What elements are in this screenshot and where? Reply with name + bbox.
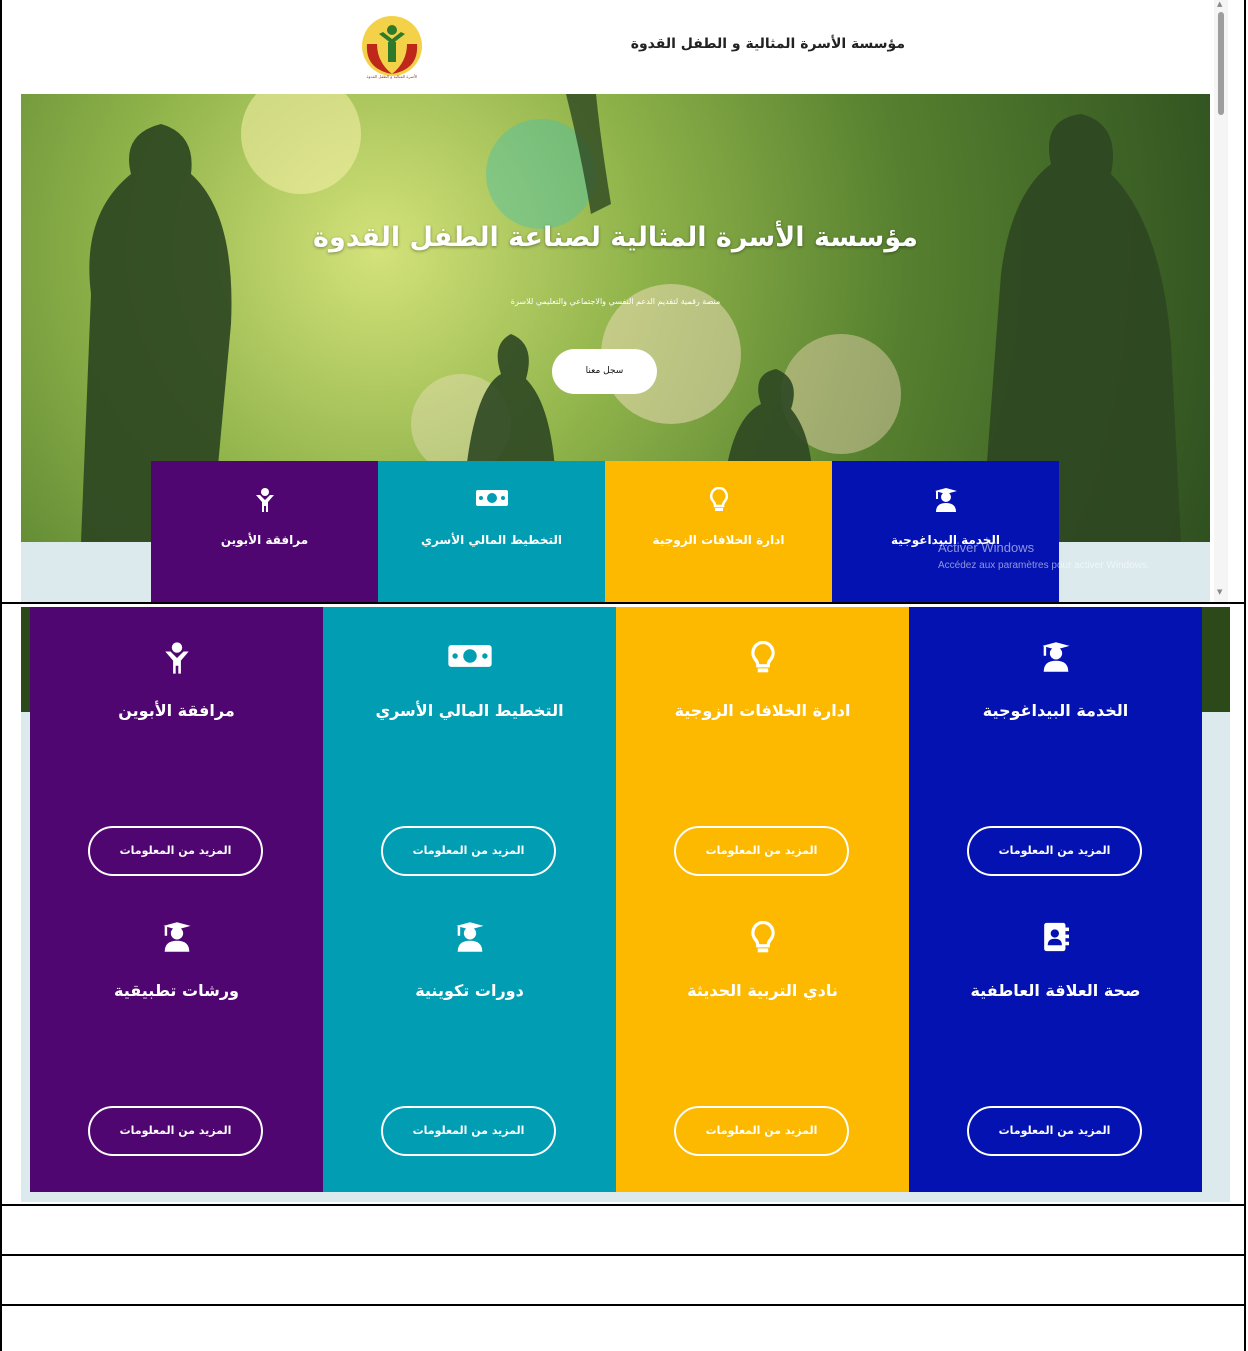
more-info-button[interactable]: المزيد من المعلومات bbox=[381, 826, 556, 876]
frame-divider-3 bbox=[0, 1254, 1246, 1256]
service-title: ورشات تطبيقية bbox=[114, 981, 239, 1000]
lightbulb-icon bbox=[605, 487, 832, 513]
more-info-button[interactable]: المزيد من المعلومات bbox=[674, 1106, 849, 1156]
hero-subtitle: منصة رقمية لتقديم الدعم النفسي والاجتماع… bbox=[510, 297, 721, 306]
service-card-conflicts[interactable]: ادارة الخلافات الزوجية bbox=[605, 461, 832, 602]
child-icon bbox=[30, 641, 323, 675]
scrollbar[interactable]: ▲ ▼ bbox=[1214, 0, 1228, 602]
graduate-icon bbox=[909, 641, 1202, 675]
service-card-finance[interactable]: التخطيط المالي الأسري bbox=[378, 461, 605, 602]
register-button[interactable]: سجل معنا bbox=[552, 349, 657, 394]
frame-left bbox=[0, 0, 2, 1351]
graduate-icon bbox=[832, 487, 1059, 513]
more-info-button[interactable]: المزيد من المعلومات bbox=[381, 1106, 556, 1156]
site-title[interactable]: مؤسسة الأسرة المثالية و الطفل القدوة bbox=[600, 36, 905, 52]
graduate-icon bbox=[323, 921, 616, 955]
service-label: التخطيط المالي الأسري bbox=[420, 533, 563, 547]
service-title: التخطيط المالي الأسري bbox=[375, 701, 564, 720]
lightbulb-icon bbox=[616, 641, 909, 675]
service-title: ادارة الخلافات الزوجية bbox=[674, 701, 851, 720]
service-title: صحة العلاقة العاطفية bbox=[970, 981, 1141, 1000]
services-column: مرافقة الأبوين المزيد من المعلومات ورشات… bbox=[30, 607, 323, 1192]
hero-title: مؤسسة الأسرة المثالية لصناعة الطفل القدو… bbox=[313, 222, 918, 253]
services-column: التخطيط المالي الأسري المزيد من المعلوما… bbox=[323, 607, 616, 1192]
service-title: الخدمة البيداغوجية bbox=[982, 701, 1129, 720]
service-card-parents[interactable]: مرافقة الأبوين bbox=[151, 461, 378, 602]
frame-right bbox=[1244, 0, 1246, 1351]
service-title: مرافقة الأبوين bbox=[118, 701, 235, 720]
service-label: مرافقة الأبوين bbox=[220, 533, 309, 547]
windows-activation-text: Accédez aux paramètres pour activer Wind… bbox=[938, 560, 1150, 571]
logo-caption: الأسرة المثالية و الطفل القدوة bbox=[366, 74, 418, 79]
more-info-button[interactable]: المزيد من المعلومات bbox=[88, 1106, 263, 1156]
more-info-button[interactable]: المزيد من المعلومات bbox=[967, 1106, 1142, 1156]
child-icon bbox=[151, 487, 378, 513]
more-info-button[interactable]: المزيد من المعلومات bbox=[88, 826, 263, 876]
service-card-pedagogy[interactable]: الخدمة البيداغوجية bbox=[832, 461, 1059, 602]
scroll-up-arrow-icon[interactable]: ▲ bbox=[1217, 0, 1222, 8]
address-book-icon bbox=[909, 921, 1202, 955]
money-bill-icon bbox=[323, 641, 616, 675]
scroll-down-arrow-icon[interactable]: ▼ bbox=[1217, 588, 1222, 596]
services-column: الخدمة البيداغوجية المزيد من المعلومات ص… bbox=[909, 607, 1202, 1192]
graduate-icon bbox=[30, 921, 323, 955]
frame-divider-2 bbox=[0, 1204, 1246, 1206]
service-label: ادارة الخلافات الزوجية bbox=[652, 533, 785, 547]
lightbulb-icon bbox=[616, 921, 909, 955]
frame-divider-4 bbox=[0, 1304, 1246, 1306]
services-column: ادارة الخلافات الزوجية المزيد من المعلوم… bbox=[616, 607, 909, 1192]
service-title: نادي التربية الحديثة bbox=[687, 981, 838, 1000]
windows-activation-title: Activer Windows bbox=[938, 540, 1035, 555]
service-title: دورات تكوينية bbox=[415, 981, 524, 1000]
more-info-button[interactable]: المزيد من المعلومات bbox=[674, 826, 849, 876]
money-bill-icon bbox=[378, 487, 605, 513]
frame-divider-1 bbox=[0, 602, 1246, 604]
more-info-button[interactable]: المزيد من المعلومات bbox=[967, 826, 1142, 876]
scrollbar-thumb[interactable] bbox=[1218, 12, 1224, 115]
